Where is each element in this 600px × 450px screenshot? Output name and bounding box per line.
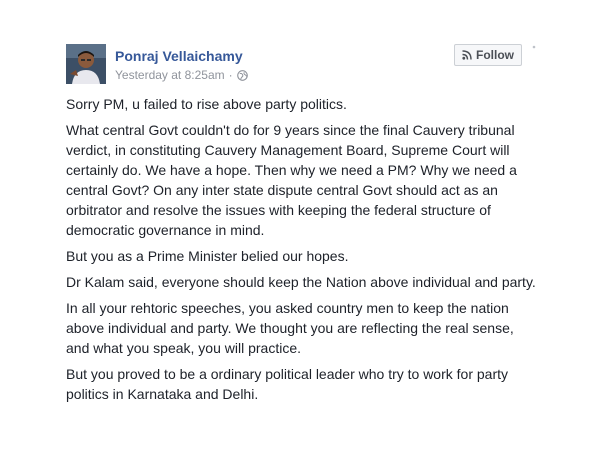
post-body: Sorry PM, u failed to rise above party p… [66,94,536,410]
post-meta: Yesterday at 8:25am · [115,68,248,82]
more-options-icon[interactable] [532,45,536,49]
globe-icon[interactable] [236,69,248,81]
author-name-link[interactable]: Ponraj Vellaichamy [115,48,243,64]
more-dot-glyph [532,45,536,49]
follow-button[interactable]: Follow [454,44,522,66]
post-timestamp[interactable]: Yesterday at 8:25am [115,68,225,82]
post-paragraph: But you proved to be a ordinary politica… [66,366,508,402]
post-paragraph: Dr Kalam said, everyone should keep the … [66,274,536,290]
follow-button-label: Follow [476,48,514,62]
rss-icon [462,50,472,60]
post-header: Ponraj Vellaichamy Yesterday at 8:25am ·… [66,44,536,86]
post-paragraph: What central Govt couldn't do for 9 year… [66,122,517,238]
post-paragraph: Sorry PM, u failed to rise above party p… [66,96,347,112]
post-paragraph: In all your rehtoric speeches, you asked… [66,300,514,356]
meta-separator: · [228,68,233,82]
avatar[interactable] [66,44,106,84]
post-paragraph: But you as a Prime Minister belied our h… [66,248,349,264]
facebook-post: Ponraj Vellaichamy Yesterday at 8:25am ·… [0,0,600,450]
avatar-photo [66,44,106,84]
